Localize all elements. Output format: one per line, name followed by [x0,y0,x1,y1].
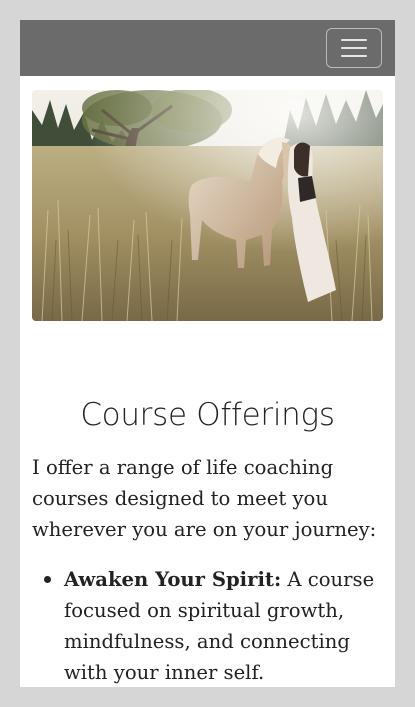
list-item: Awaken Your Spirit: A course focused on … [32,564,384,687]
course-name: Awaken Your Spirit [64,568,274,591]
menu-toggle-button[interactable] [326,28,382,68]
intro-paragraph: I offer a range of life coaching courses… [32,456,377,541]
navbar [20,20,395,76]
course-list: Awaken Your Spirit: A course focused on … [32,564,384,687]
page-heading: Course Offerings [80,397,335,433]
hero-image [32,90,383,321]
mobile-viewport: Course Offerings I offer a range of life… [20,20,395,687]
bullet-icon [44,576,51,583]
hamburger-menu-icon [341,39,367,57]
